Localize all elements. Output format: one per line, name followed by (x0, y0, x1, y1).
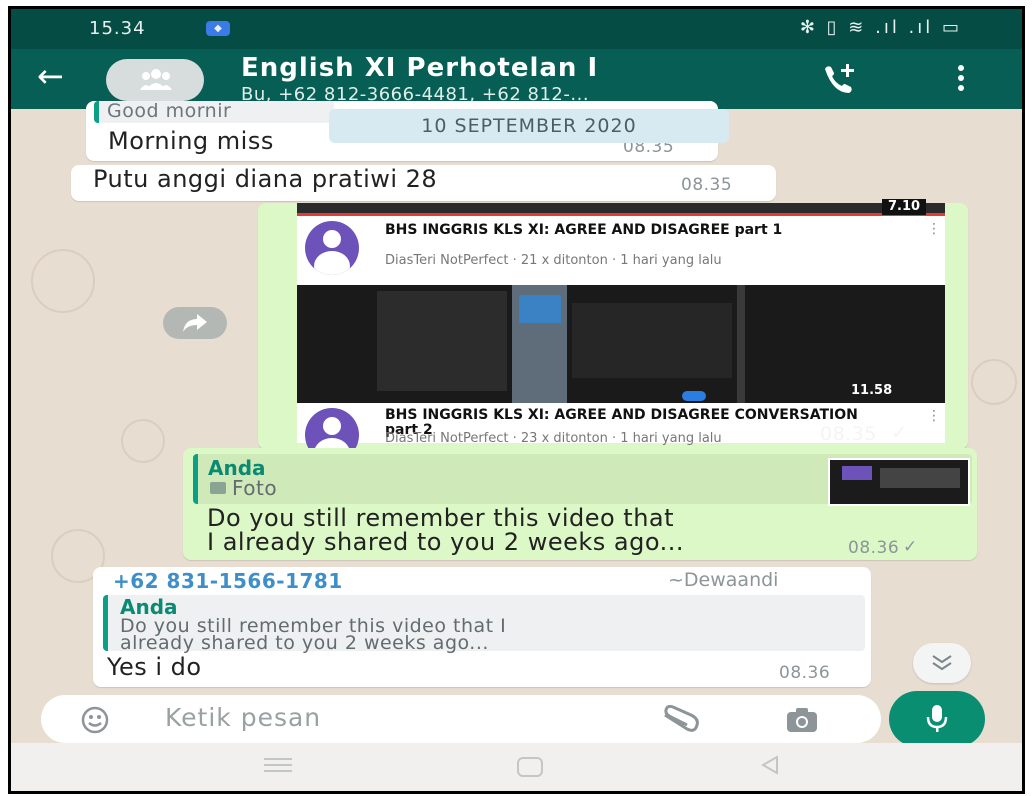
microphone-icon (926, 705, 948, 732)
more-vert-icon: ⋮ (927, 408, 941, 424)
home-icon[interactable] (516, 756, 544, 778)
message-time: 08.35 (820, 423, 877, 445)
status-indicators: ✻ ▯ ≋ .ıl .ıl ▭ (799, 17, 962, 38)
group-avatar[interactable] (106, 59, 204, 101)
video-title: BHS INGGRIS KLS XI: AGREE AND DISAGREE p… (385, 222, 783, 238)
read-tick-icon: ✓ (891, 422, 908, 444)
incoming-message[interactable]: Putu anggi diana pratiwi 28 08.35 (71, 165, 776, 201)
delivered-tick-icon: ✓ (903, 537, 918, 557)
forward-arrow-icon (183, 314, 207, 332)
outgoing-image-message[interactable]: 7.10 BHS INGGRIS KLS XI: AGREE AND DISAG… (258, 199, 968, 462)
forward-button[interactable] (163, 307, 227, 339)
photo-icon (210, 482, 226, 494)
back-triangle-icon[interactable] (759, 754, 781, 776)
message-text: Morning miss (108, 127, 274, 155)
wallpaper-doodle (971, 359, 1017, 405)
scroll-to-bottom-button[interactable] (913, 643, 971, 683)
sender-number[interactable]: +62 831-1566-1781 (113, 569, 343, 593)
voice-record-button[interactable] (889, 691, 985, 747)
video-thumbnail (297, 203, 945, 213)
video-duration: 11.58 (851, 383, 893, 398)
more-options-icon[interactable] (956, 61, 966, 95)
attach-icon[interactable] (661, 705, 701, 735)
reply-quote[interactable]: Anda Do you still remember this video th… (103, 595, 865, 654)
double-chevron-down-icon (932, 655, 952, 671)
message-time: 08.35 (681, 175, 733, 195)
recent-apps-icon[interactable] (264, 756, 292, 774)
outgoing-message[interactable]: Anda Foto Do you still remember this vid… (183, 448, 977, 560)
wallpaper-doodle (31, 249, 95, 313)
message-time: 08.36 (779, 663, 831, 683)
emoji-icon[interactable] (81, 706, 109, 734)
quote-text: already shared to you 2 weeks ago... (120, 632, 489, 654)
quote-thumbnail (828, 458, 970, 506)
chat-title[interactable]: English XI Perhotelan I (241, 53, 598, 83)
progress-bar (297, 213, 945, 216)
status-time: 15.34 (89, 18, 146, 39)
message-text: Yes i do (107, 653, 202, 681)
wallpaper-doodle (121, 419, 165, 463)
quote-preview[interactable]: Good mornir (94, 100, 334, 123)
camera-icon[interactable] (785, 707, 819, 733)
phone-screen: 15.34 ◆ ✻ ▯ ≋ .ıl .ıl ▭ ← English XI Per… (8, 6, 1025, 794)
sender-name: ~Dewaandi (668, 569, 779, 591)
reply-quote[interactable]: Anda Foto (193, 454, 972, 506)
group-people-icon (140, 69, 172, 90)
back-arrow-icon[interactable]: ← (37, 57, 64, 95)
video-meta: DiasTeri NotPerfect · 23 x ditonton · 1 … (385, 432, 722, 446)
message-input[interactable]: Ketik pesan (165, 703, 321, 732)
message-text: I already shared to you 2 weeks ago... (207, 528, 684, 556)
chat-area: Good mornir Morning miss 08.35 10 SEPTEM… (11, 100, 1022, 689)
date-chip: 10 SEPTEMBER 2020 (329, 109, 729, 143)
quote-preview-text: Good mornir (107, 100, 232, 122)
video-duration: 7.10 (882, 199, 927, 215)
more-vert-icon: ⋮ (927, 221, 941, 237)
incoming-message[interactable]: +62 831-1566-1781 ~Dewaandi Anda Do you … (93, 567, 871, 687)
system-nav-bar (11, 743, 1022, 791)
notification-badge-icon: ◆ (206, 21, 230, 36)
add-call-icon[interactable] (821, 61, 857, 95)
message-time: 08.36 (848, 538, 900, 558)
message-text: Putu anggi diana pratiwi 28 (93, 165, 438, 193)
quote-type: Foto (232, 476, 278, 500)
message-input-bar[interactable]: Ketik pesan (41, 695, 881, 743)
channel-avatar (305, 221, 359, 275)
video-meta: DiasTeri NotPerfect · 21 x ditonton · 1 … (385, 253, 722, 268)
status-bar: 15.34 ◆ ✻ ▯ ≋ .ıl .ıl ▭ (11, 9, 1022, 49)
shared-image[interactable]: 7.10 BHS INGGRIS KLS XI: AGREE AND DISAG… (297, 199, 945, 462)
